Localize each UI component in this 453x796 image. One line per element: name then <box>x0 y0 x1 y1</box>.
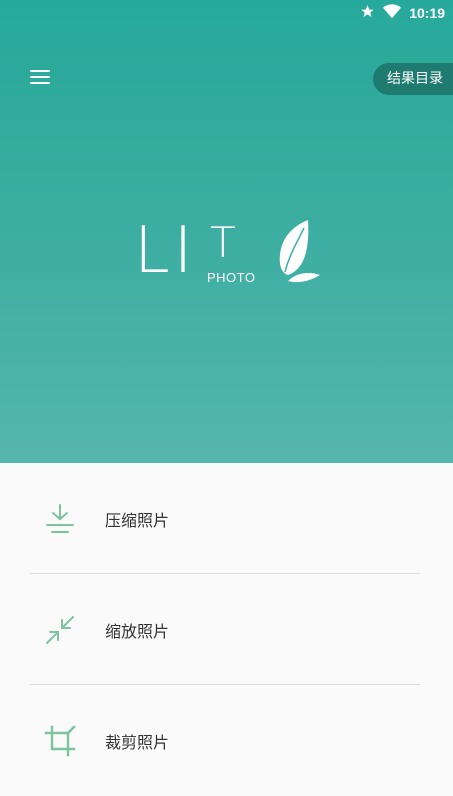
compress-label: 压缩照片 <box>105 510 170 530</box>
status-time: 10:19 <box>409 5 445 21</box>
logo-text-t: T <box>210 218 240 267</box>
star-icon <box>360 4 375 23</box>
compress-icon <box>44 503 76 535</box>
feather-icon <box>274 218 320 288</box>
menu-icon[interactable] <box>30 66 56 88</box>
app-logo: LI T PHOTO <box>134 215 324 295</box>
list-item-resize[interactable]: 缩放照片 <box>0 574 453 685</box>
list-item-crop[interactable]: 裁剪照片 <box>0 685 453 796</box>
crop-label: 裁剪照片 <box>105 732 170 752</box>
list-item-compress[interactable]: 压缩照片 <box>0 463 453 574</box>
wifi-icon <box>383 3 402 23</box>
logo-subtext: PHOTO <box>207 270 256 285</box>
hero-banner: 10:19 结果目录 LI T PHOTO <box>0 0 453 463</box>
resize-label: 缩放照片 <box>105 621 170 641</box>
crop-icon <box>44 724 76 757</box>
function-list: 压缩照片 缩放照片 裁剪照片 <box>0 463 453 796</box>
resize-icon <box>44 614 76 646</box>
logo-text-li: LI <box>134 214 197 288</box>
results-directory-button[interactable]: 结果目录 <box>373 63 453 95</box>
status-bar: 10:19 <box>360 0 453 26</box>
